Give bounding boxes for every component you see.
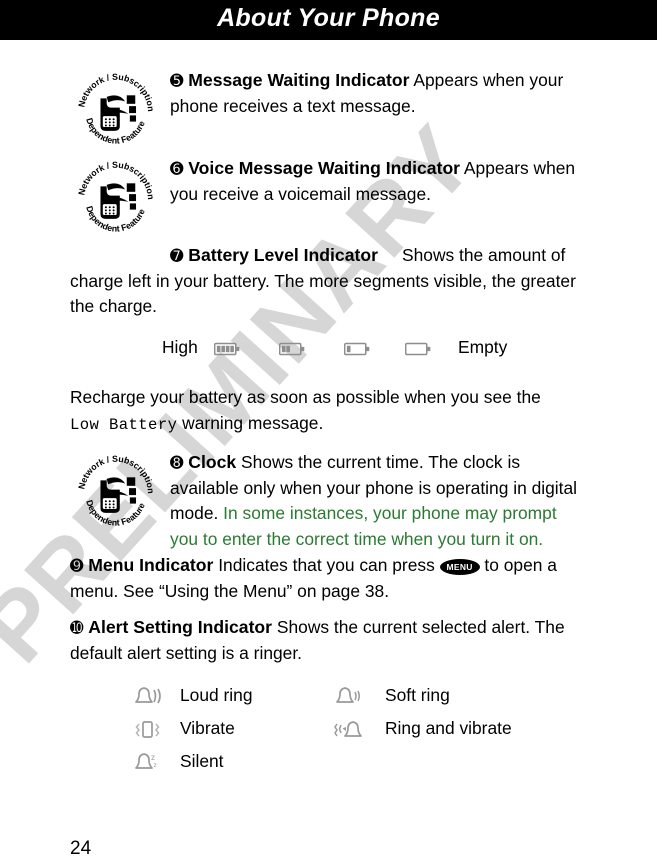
alert-label: Loud ring [180, 685, 253, 705]
item-title: Clock [188, 452, 237, 472]
item-number: ➑ [170, 453, 184, 472]
item-title: Menu Indicator [88, 555, 214, 575]
bell-ring-and-vibrate-icon [334, 721, 362, 737]
item-alert-setting-indicator: ➓ Alert Setting Indicator Shows the curr… [70, 615, 582, 666]
item-number: ➒ [70, 556, 84, 575]
svg-text:z: z [154, 762, 157, 769]
vibrate-icon [135, 721, 160, 738]
battery-high-label: High [162, 337, 198, 357]
low-battery-message: Low Battery [70, 415, 178, 434]
item-battery-level-body-text: Shows the amount of charge left in your … [70, 243, 582, 320]
item-title: Voice Message Waiting Indicator [188, 158, 461, 178]
alert-label: Silent [180, 751, 224, 771]
bell-silent-icon: z z [135, 753, 157, 769]
svg-text:Network / Subscription: Network / Subscription [76, 454, 156, 494]
battery-empty-label: Empty [458, 337, 508, 357]
page-number: 24 [70, 838, 92, 859]
network-subscription-badge-icon: Network / Subscription Dependent Feature [76, 160, 156, 234]
bell-loud-ring-icon [135, 687, 161, 704]
alert-label: Vibrate [180, 718, 235, 738]
item-title: Message Waiting Indicator [188, 70, 410, 90]
bell-soft-ring-icon [336, 687, 360, 703]
item-clock: ➑ Clock Shows the current time. The cloc… [170, 450, 582, 552]
battery-icon-full [214, 342, 240, 356]
item-body-part1: Indicates that you can press [218, 555, 440, 575]
recharge-note: Recharge your battery as soon as possibl… [70, 385, 570, 438]
menu-key-icon: MENU [439, 559, 480, 575]
network-subscription-badge-icon: Network / Subscription Dependent Feature [76, 72, 156, 146]
battery-scale-row: High Empty [0, 337, 657, 367]
alert-label: Soft ring [385, 685, 450, 705]
battery-icon-empty [405, 342, 431, 356]
battery-icon-half [279, 342, 305, 356]
network-subscription-badge-icon: Network / Subscription Dependent Feature [76, 454, 156, 528]
item-menu-indicator: ➒ Menu Indicator Indicates that you can … [70, 553, 582, 604]
item-body-highlight: In some instances, your phone may prompt… [170, 503, 557, 549]
item-voice-message-waiting-indicator: ➏ Voice Message Waiting Indicator Appear… [170, 156, 582, 207]
svg-text:Network / Subscription: Network / Subscription [76, 72, 156, 112]
alert-label: Ring and vibrate [385, 718, 512, 738]
item-number: ➓ [70, 618, 84, 637]
item-message-waiting-indicator: ➎ Message Waiting Indicator Appears when… [170, 68, 580, 119]
svg-text:z: z [151, 753, 155, 762]
page-header-bar: About Your Phone [0, 0, 657, 40]
item-number: ➏ [170, 159, 184, 178]
item-title: Alert Setting Indicator [88, 617, 273, 637]
battery-icon-low [344, 342, 370, 356]
recharge-note-part2: warning message. [177, 412, 324, 433]
page-title: About Your Phone [217, 4, 440, 32]
item-number: ➎ [170, 71, 184, 90]
item-body: Shows the amount of charge left in your … [70, 245, 576, 316]
svg-text:Network / Subscription: Network / Subscription [76, 160, 156, 200]
recharge-note-part1: Recharge your battery as soon as possibl… [70, 387, 541, 407]
